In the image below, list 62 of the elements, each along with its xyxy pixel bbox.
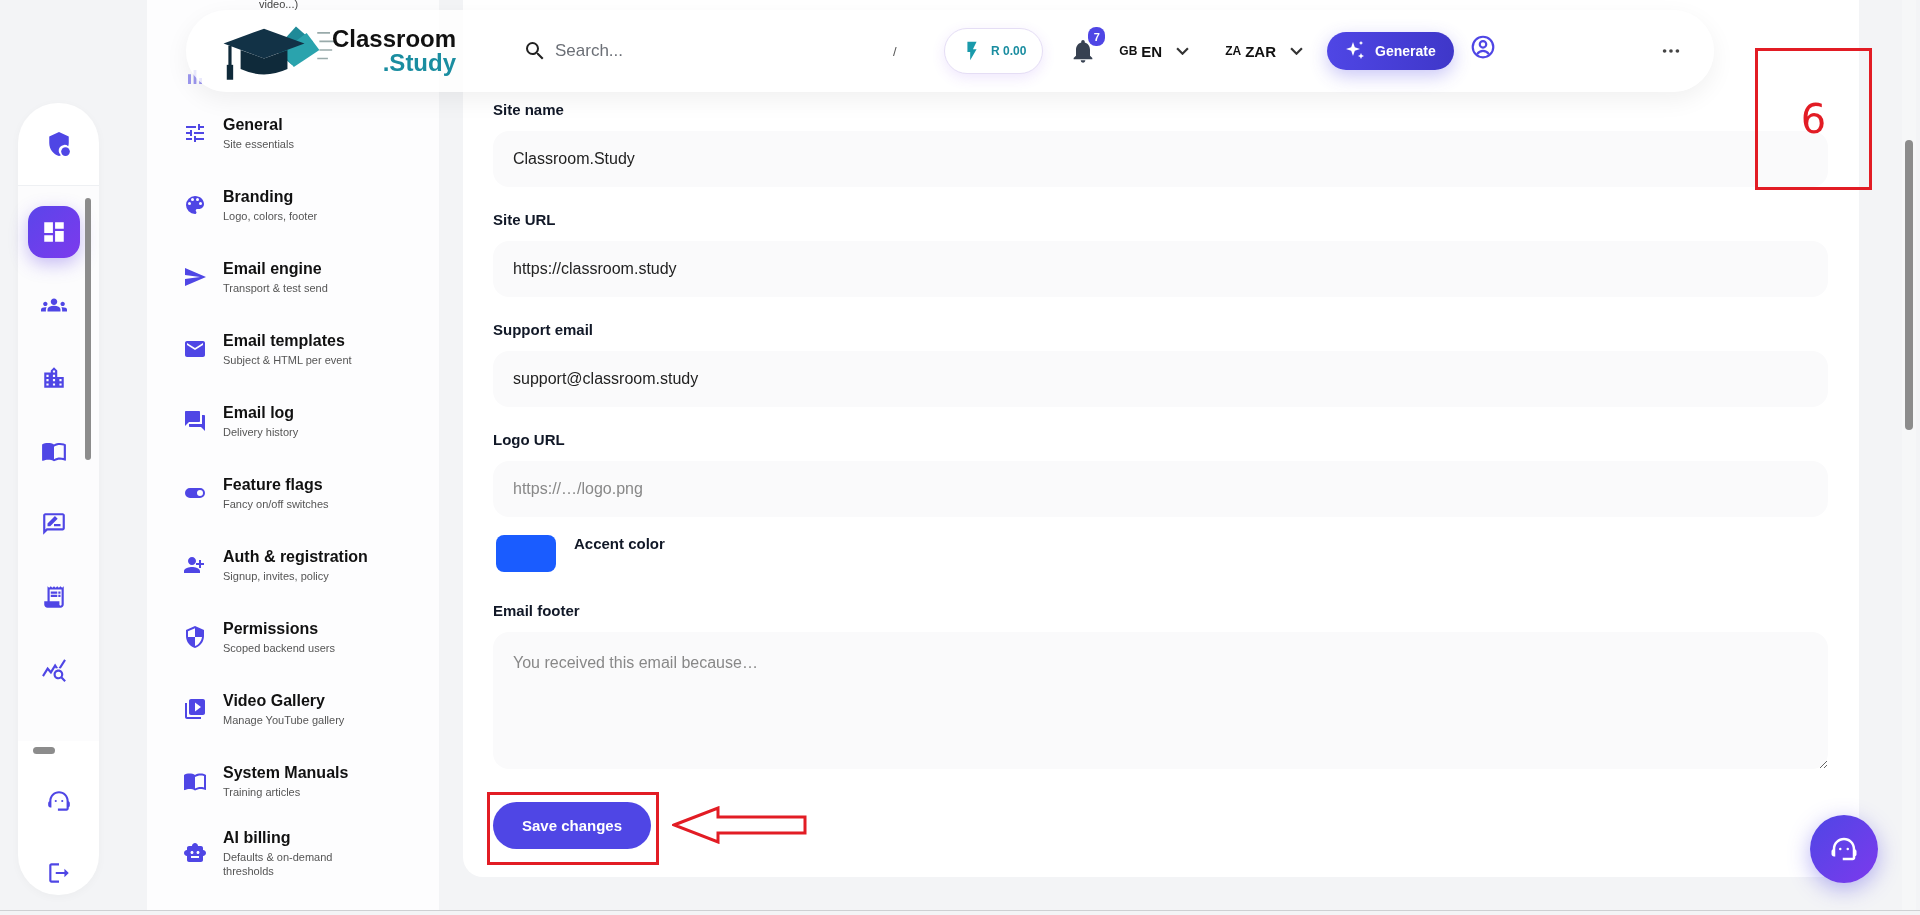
sidebar-item-subtitle: Defaults & on-demand thresholds <box>223 849 334 878</box>
field-label: Support email <box>493 321 593 339</box>
nav-rail-button[interactable] <box>27 206 80 258</box>
field-label: Site URL <box>493 211 556 229</box>
color-swatch[interactable] <box>496 535 556 572</box>
chevron-down-icon <box>1176 47 1190 55</box>
field-label: Accent color <box>574 535 665 553</box>
field-label: Logo URL <box>493 431 565 449</box>
annotation-step-number: 6 <box>1755 48 1872 190</box>
sidebar-item-subtitle: Fancy on/off switches <box>223 496 329 511</box>
robot-icon <box>183 841 207 865</box>
field-label: Site name <box>493 101 564 119</box>
chat-bubbles-icon <box>183 409 207 433</box>
sidebar-item[interactable]: Email log <box>223 403 299 422</box>
textarea-field[interactable]: You received this email because… <box>493 632 1828 769</box>
sidebar-item[interactable]: Permissions <box>223 619 335 638</box>
chevron-down-icon <box>1290 47 1304 55</box>
sidebar-item-subtitle: Manage YouTube gallery <box>223 712 345 727</box>
sidebar-item-subtitle: Training articles <box>223 784 302 799</box>
sidebar-item[interactable]: Auth & registration <box>223 547 368 566</box>
sidebar-item[interactable]: AI billing <box>223 828 363 847</box>
support-chat-button[interactable] <box>1810 815 1878 883</box>
sidebar-item[interactable]: Video Gallery <box>223 691 345 710</box>
shortcut-hint: / <box>893 43 897 59</box>
save-button[interactable]: Save changes <box>493 802 651 849</box>
currency-dropdown[interactable]: ZA ZAR <box>1225 42 1304 60</box>
balance-button[interactable]: R 0.00 <box>944 28 1044 74</box>
sidebar-text: video...) <box>259 0 300 10</box>
search-field[interactable]: Search... <box>553 40 877 62</box>
text-input-field[interactable]: https://classroom.study <box>493 241 1828 297</box>
sidebar-item-subtitle: Subject & HTML per event <box>223 352 352 367</box>
headset-icon[interactable] <box>45 788 72 814</box>
shield-icon <box>183 625 207 649</box>
generate-button[interactable]: Generate <box>1327 32 1454 70</box>
edit-message-icon <box>40 511 67 537</box>
user-account-icon[interactable] <box>1469 34 1496 60</box>
send-icon <box>183 265 207 289</box>
sidebar-item[interactable]: Email templates <box>223 331 352 350</box>
language-dropdown[interactable]: GB EN <box>1119 42 1190 60</box>
palette-icon <box>183 193 207 217</box>
sidebar-item-subtitle: Transport & test send <box>223 280 328 295</box>
sliders-icon <box>183 121 207 145</box>
field-label: Email footer <box>493 602 580 620</box>
logo-text: .Study <box>382 51 457 75</box>
video-library-icon <box>183 697 207 721</box>
chart-search-icon <box>40 657 67 683</box>
sidebar-item-subtitle: Site essentials <box>223 136 294 151</box>
sidebar-item-subtitle: Scoped backend users <box>223 640 335 655</box>
notification-count: 7 <box>1088 27 1106 46</box>
logo-text: Classroom <box>332 27 457 51</box>
horizontal-scrollbar[interactable] <box>32 747 55 754</box>
sidebar-item[interactable]: General <box>223 115 294 134</box>
scrollbar[interactable] <box>85 198 91 460</box>
sidebar-item[interactable]: Feature flags <box>223 475 329 494</box>
sidebar-item-subtitle: Delivery history <box>223 424 299 439</box>
sidebar-item[interactable]: Branding <box>223 187 318 206</box>
sidebar-item[interactable]: Email engine <box>223 259 328 278</box>
sidebar-item-subtitle: Logo, colors, footer <box>223 208 318 223</box>
text-input-field[interactable]: support@classroom.study <box>493 351 1828 407</box>
text-input-field[interactable]: https://…/logo.png <box>493 461 1828 517</box>
sidebar-item[interactable]: System Manuals <box>223 763 349 782</box>
sidebar-item-subtitle: Signup, invites, policy <box>223 568 330 583</box>
